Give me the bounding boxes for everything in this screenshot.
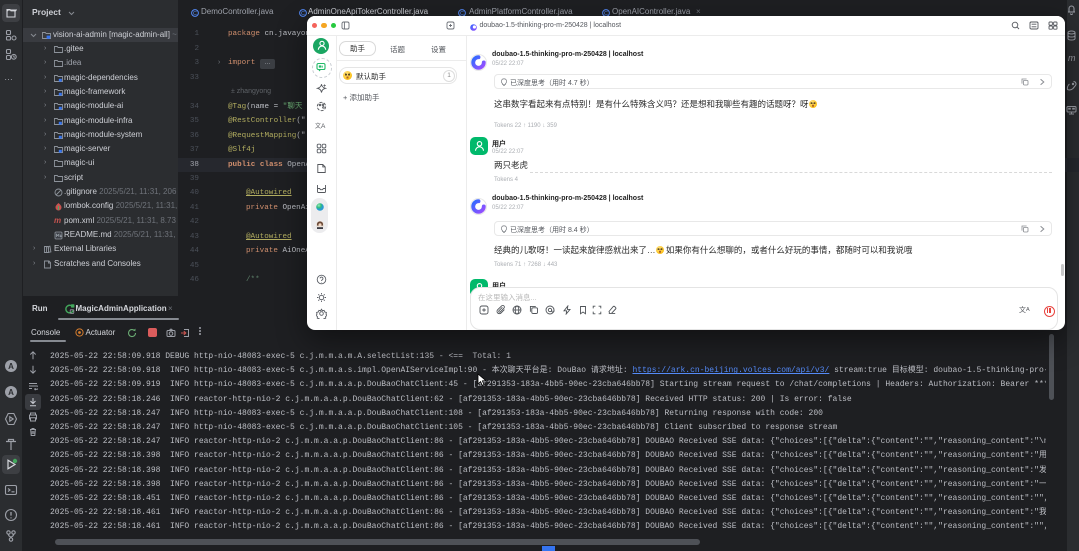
svg-text:C: C: [193, 11, 197, 17]
svg-text:A: A: [8, 388, 14, 397]
svg-text:C: C: [301, 11, 305, 17]
svg-text:A: A: [8, 362, 14, 371]
